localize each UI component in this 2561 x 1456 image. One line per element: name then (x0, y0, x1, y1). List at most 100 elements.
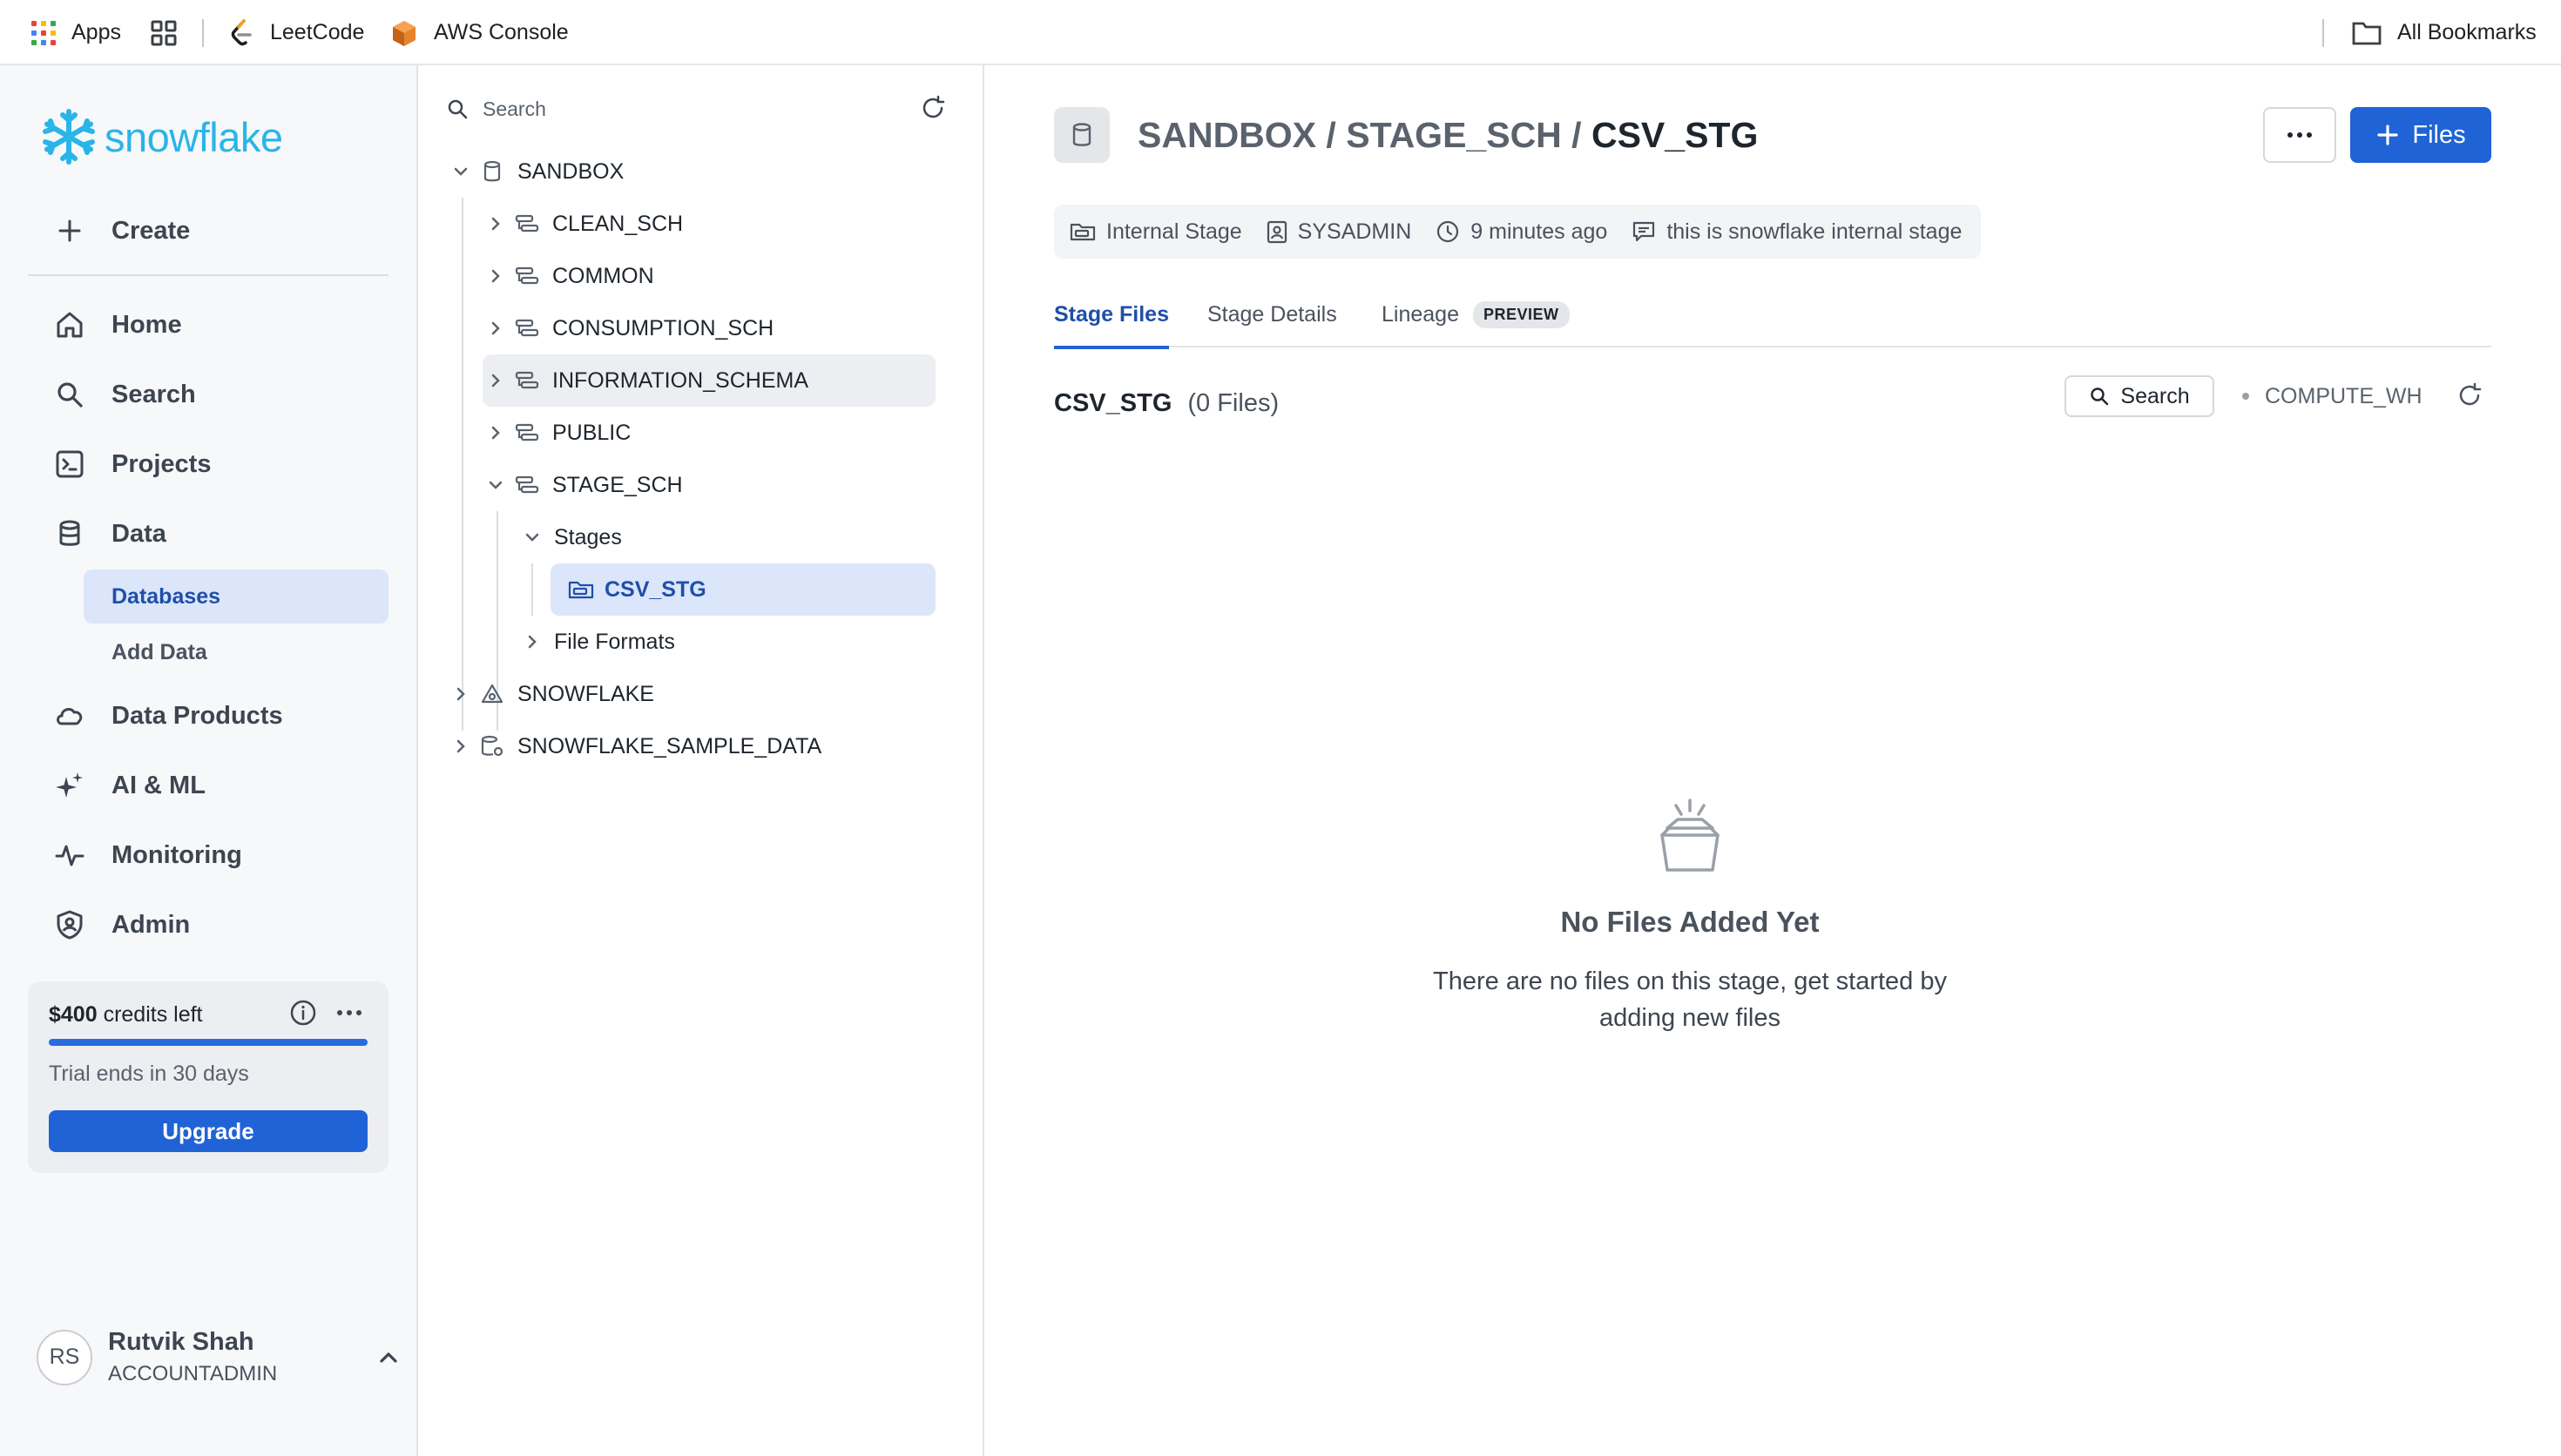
meta-owner-label: SYSADMIN (1297, 219, 1412, 244)
tree-schema-consumption-sch[interactable]: CONSUMPTION_SCH (483, 302, 936, 354)
nav-projects[interactable]: Projects (28, 436, 389, 492)
nav-admin[interactable]: Admin (28, 897, 389, 953)
create-label: Create (111, 216, 191, 245)
bookmark-apps[interactable]: Apps (31, 0, 121, 65)
stage-tabs: Stage Files Stage Details Lineage PREVIE… (1054, 281, 2491, 349)
home-icon (57, 312, 83, 338)
tree-database-snowflake-sample-data[interactable]: SNOWFLAKE_SAMPLE_DATA (448, 720, 936, 772)
bookmark-separator (202, 19, 204, 47)
tab-groups-button[interactable] (150, 0, 178, 65)
bookmarks-bar: Apps LeetCode AWS Console All Bookmarks (0, 0, 2561, 65)
tree-schema-clean-sch[interactable]: CLEAN_SCH (483, 198, 936, 250)
snowflake-logo[interactable]: snowflake (40, 105, 283, 168)
nav-monitoring[interactable]: Monitoring (28, 827, 389, 883)
user-menu[interactable]: RS Rutvik Shah ACCOUNTADMIN (37, 1328, 401, 1386)
upgrade-button[interactable]: Upgrade (49, 1110, 368, 1152)
tree-schema-stage-sch[interactable]: STAGE_SCH (483, 459, 936, 511)
meta-time: 9 minutes ago (1436, 219, 1607, 245)
tree-database-sandbox[interactable]: SANDBOX (448, 145, 936, 198)
role-badge-icon (1267, 220, 1287, 244)
tree-database-label: SANDBOX (517, 158, 625, 184)
bookmark-aws-console[interactable]: AWS Console (390, 0, 569, 65)
tree-schema-information-schema[interactable]: INFORMATION_SCHEMA (483, 354, 936, 407)
breadcrumb-schema[interactable]: STAGE_SCH (1346, 115, 1562, 156)
stage-icon (1070, 223, 1096, 241)
info-icon[interactable] (289, 999, 317, 1027)
tab-lineage-label: Lineage (1382, 301, 1459, 327)
stage-icon (568, 581, 594, 599)
warehouse-selector[interactable]: COMPUTE_WH (2242, 375, 2422, 417)
chevron-down-icon (489, 481, 503, 489)
nav-search-label: Search (111, 380, 196, 408)
nav-data[interactable]: Data (28, 506, 389, 562)
nav-add-data[interactable]: Add Data (84, 625, 389, 679)
empty-state-line2: adding new files (1599, 1004, 1781, 1032)
add-files-button[interactable]: Files (2350, 107, 2491, 163)
user-name: Rutvik Shah (108, 1328, 254, 1356)
nav-databases[interactable]: Databases (84, 570, 389, 624)
meta-comment-label: this is snowflake internal stage (1666, 219, 1963, 244)
tree-guide-line (462, 198, 463, 731)
all-bookmarks[interactable]: All Bookmarks (2352, 0, 2537, 65)
chevron-right-icon (456, 687, 465, 701)
tree-stage-label: CSV_STG (605, 576, 706, 602)
nav-ai-ml[interactable]: AI & ML (28, 758, 389, 813)
chevron-right-icon (491, 374, 500, 388)
refresh-icon[interactable] (920, 95, 946, 121)
tab-stage-files-label: Stage Files (1054, 301, 1169, 327)
apps-grid-icon (31, 20, 56, 45)
nav-home[interactable]: Home (28, 297, 389, 353)
tree-stage-csv-stg[interactable]: CSV_STG (551, 563, 936, 616)
database-icon (1072, 123, 1091, 146)
tree-schema-public[interactable]: PUBLIC (483, 407, 936, 459)
credits-card: $400 credits left Trial ends in 30 days … (28, 981, 389, 1173)
plus-icon (58, 219, 81, 242)
object-type-icon (1054, 107, 1110, 163)
bookmark-leetcode[interactable]: LeetCode (228, 0, 364, 65)
shared-database-icon (481, 735, 503, 757)
sparkle-icon (56, 772, 83, 798)
refresh-icon[interactable] (2456, 382, 2483, 408)
tree-file-formats-folder[interactable]: File Formats (519, 616, 936, 668)
empty-state: No Files Added Yet There are no files on… (1385, 797, 1995, 1036)
nav-data-products[interactable]: Data Products (28, 688, 389, 744)
meta-type: Internal Stage (1070, 219, 1242, 245)
empty-state-title: No Files Added Yet (1560, 906, 1820, 938)
tree-guide-line (531, 563, 533, 616)
breadcrumb-separator: / (1561, 114, 1591, 155)
credits-progress-bar (49, 1039, 368, 1046)
meta-time-label: 9 minutes ago (1470, 219, 1608, 244)
tree-schema-common[interactable]: COMMON (483, 250, 936, 302)
stage-metadata: Internal Stage SYSADMIN 9 minutes ago th… (1054, 205, 1981, 259)
chevron-right-icon (456, 739, 465, 753)
create-button[interactable]: Create (28, 203, 389, 259)
tree-search-input[interactable]: Search (446, 88, 956, 130)
empty-state-line1: There are no files on this stage, get st… (1433, 967, 1947, 995)
chevron-up-icon[interactable] (376, 1345, 401, 1370)
bookmark-apps-label: Apps (71, 20, 121, 44)
files-search-button[interactable]: Search (2064, 375, 2214, 417)
breadcrumb-database[interactable]: SANDBOX (1138, 115, 1316, 156)
tree-file-formats-label: File Formats (554, 629, 675, 654)
more-horizontal-icon[interactable] (336, 1008, 362, 1017)
schema-icon (515, 266, 539, 285)
files-search-label: Search (2120, 383, 2190, 408)
tree-schema-label: INFORMATION_SCHEMA (552, 367, 808, 393)
nav-search[interactable]: Search (28, 367, 389, 422)
schema-icon (515, 371, 539, 389)
tree-database-snowflake[interactable]: SNOWFLAKE (448, 668, 936, 720)
all-bookmarks-label: All Bookmarks (2397, 20, 2537, 44)
tab-lineage[interactable]: Lineage PREVIEW (1382, 281, 1570, 347)
tab-stage-files[interactable]: Stage Files (1054, 281, 1169, 349)
pulse-icon (55, 845, 84, 866)
object-explorer: Search SANDBOX CLEAN_SCH COMMON CONSUMPT… (418, 65, 984, 1456)
nav-data-label: Data (111, 519, 166, 548)
tab-stage-details[interactable]: Stage Details (1207, 281, 1337, 347)
credits-suffix: credits left (97, 1002, 203, 1027)
tab-grid-icon (151, 20, 177, 45)
tree-schema-label: PUBLIC (552, 420, 632, 445)
more-actions-button[interactable] (2263, 107, 2336, 163)
nav-databases-label: Databases (111, 583, 221, 609)
tree-stages-folder[interactable]: Stages (519, 511, 936, 563)
chevron-right-icon (491, 269, 500, 283)
